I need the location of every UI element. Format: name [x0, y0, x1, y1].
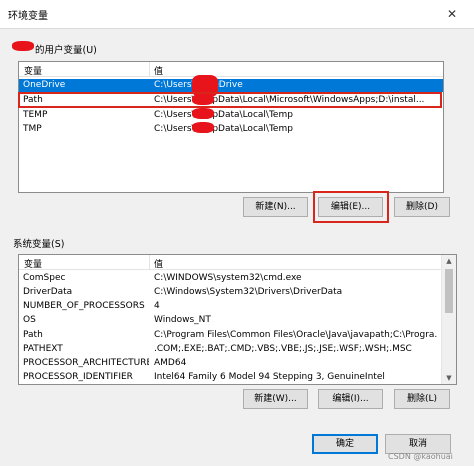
row-name: TEMP [23, 110, 48, 120]
row-name: OS [23, 315, 36, 325]
redacted-username [192, 94, 214, 105]
row-value: .COM;.EXE;.BAT;.CMD;.VBS;.VBE;.JS;.JSE;.… [154, 344, 412, 354]
system-variables-list[interactable]: 变量 值 ComSpec C:\WINDOWS\system32\cmd.exe… [18, 254, 457, 385]
system-row[interactable]: Path C:\Program Files\Common Files\Oracl… [19, 329, 440, 342]
system-list-scrollbar[interactable]: ▲ ▼ [441, 255, 456, 384]
redacted-username-label [12, 41, 34, 51]
scroll-down-arrow-icon[interactable]: ▼ [442, 372, 456, 384]
column-header-variable[interactable]: 变量 [24, 64, 42, 77]
row-name: ComSpec [23, 273, 66, 283]
row-name: Path [23, 330, 43, 340]
system-variables-label: 系统变量(S) [13, 239, 65, 250]
system-row[interactable]: PROCESSOR_IDENTIFIER Intel64 Family 6 Mo… [19, 371, 440, 384]
user-row-path[interactable]: Path C:\Users\ \AppData\Local\Microsoft\… [19, 94, 443, 107]
system-new-button[interactable]: 新建(W)... [243, 389, 308, 409]
system-row[interactable]: PROCESSOR_ARCHITECTURE AMD64 [19, 357, 440, 370]
row-value: AMD64 [154, 358, 187, 368]
column-header-value[interactable]: 值 [154, 64, 163, 77]
row-name: OneDrive [23, 80, 66, 90]
column-divider [149, 255, 150, 269]
scrollbar-thumb[interactable] [445, 269, 453, 313]
title-bar: 环境变量 ✕ [0, 0, 474, 29]
redacted-username [192, 108, 214, 119]
window-title: 环境变量 [8, 11, 48, 22]
cancel-button[interactable]: 取消 [385, 434, 451, 454]
ok-button[interactable]: 确定 [312, 434, 378, 454]
row-name: NUMBER_OF_PROCESSORS [23, 301, 145, 311]
row-value: 4 [154, 301, 160, 311]
user-row-onedrive[interactable]: OneDrive C:\Users\ \OneDrive [19, 79, 443, 92]
row-name: PATHEXT [23, 344, 63, 354]
close-icon[interactable]: ✕ [444, 6, 460, 22]
watermark: CSDN @kaohuai [388, 452, 453, 461]
system-row[interactable]: OS Windows_NT [19, 314, 440, 327]
row-value: Intel64 Family 6 Model 94 Stepping 3, Ge… [154, 372, 385, 382]
redacted-username [192, 122, 214, 133]
system-edit-button[interactable]: 编辑(I)... [318, 389, 383, 409]
column-header-value[interactable]: 值 [154, 257, 163, 270]
row-value: Windows_NT [154, 315, 211, 325]
row-value: C:\Program Files\Common Files\Oracle\Jav… [154, 330, 438, 340]
row-name: PROCESSOR_IDENTIFIER [23, 372, 133, 382]
user-variables-label: 的用户变量(U) [35, 45, 97, 56]
user-row-tmp[interactable]: TMP C:\Users\ \AppData\Local\Temp [19, 123, 443, 136]
column-header-variable[interactable]: 变量 [24, 257, 42, 270]
row-name: DriverData [23, 287, 73, 297]
user-new-button[interactable]: 新建(N)... [243, 197, 308, 217]
system-row[interactable]: PATHEXT .COM;.EXE;.BAT;.CMD;.VBS;.VBE;.J… [19, 343, 440, 356]
user-row-temp[interactable]: TEMP C:\Users\ \AppData\Local\Temp [19, 109, 443, 122]
column-divider [149, 62, 150, 76]
row-value: C:\Windows\System32\Drivers\DriverData [154, 287, 343, 297]
system-row[interactable]: ComSpec C:\WINDOWS\system32\cmd.exe [19, 272, 440, 285]
system-row[interactable]: DriverData C:\Windows\System32\Drivers\D… [19, 286, 440, 299]
row-name: TMP [23, 124, 42, 134]
system-delete-button[interactable]: 删除(L) [394, 389, 450, 409]
row-name: Path [23, 95, 43, 105]
row-value: C:\WINDOWS\system32\cmd.exe [154, 273, 302, 283]
user-variables-list[interactable]: 变量 值 OneDrive C:\Users\ \OneDrive Path C… [18, 61, 444, 193]
scroll-up-arrow-icon[interactable]: ▲ [442, 255, 456, 267]
system-row[interactable]: NUMBER_OF_PROCESSORS 4 [19, 300, 440, 313]
row-name: PROCESSOR_ARCHITECTURE [23, 358, 149, 368]
user-list-header: 变量 值 [19, 62, 443, 77]
user-delete-button[interactable]: 删除(D) [394, 197, 450, 217]
user-edit-button[interactable]: 编辑(E)... [318, 197, 383, 217]
system-list-header: 变量 值 [19, 255, 441, 270]
